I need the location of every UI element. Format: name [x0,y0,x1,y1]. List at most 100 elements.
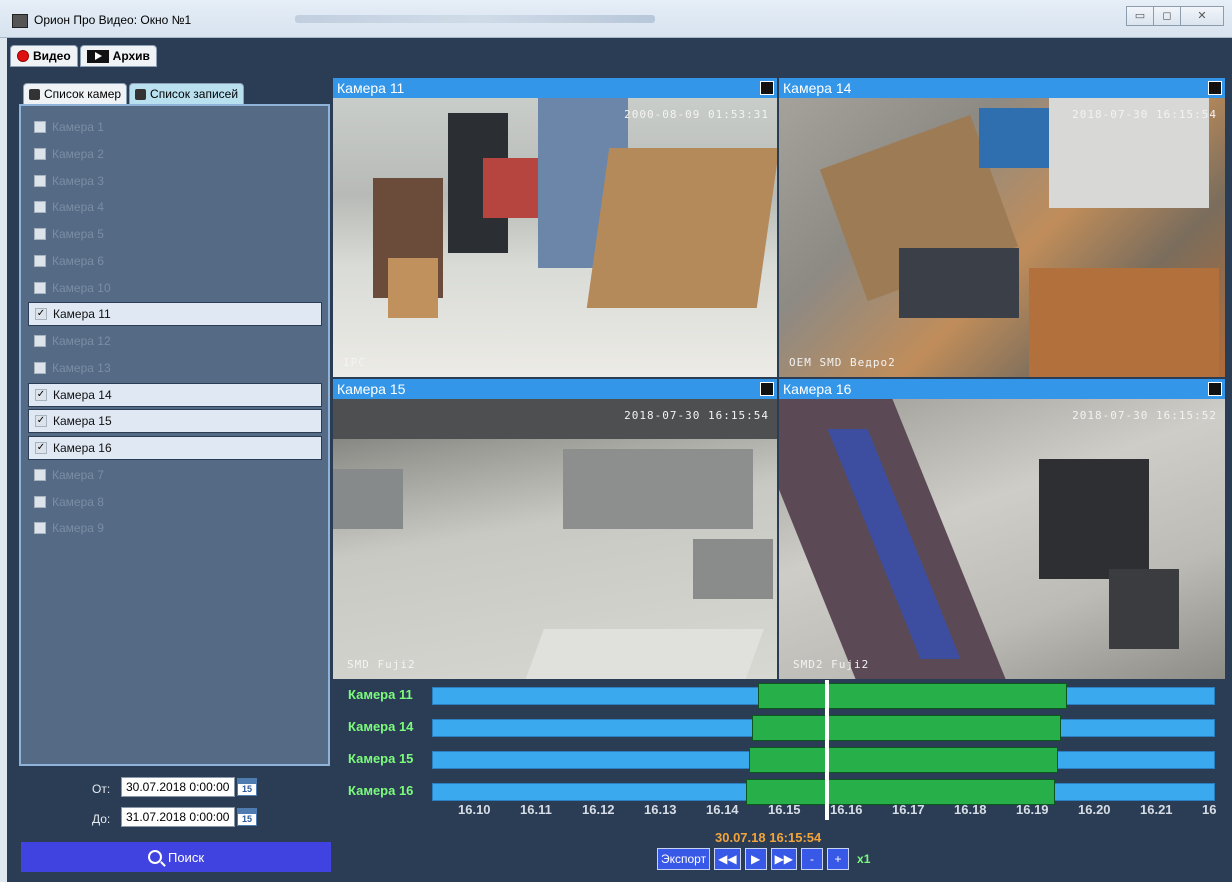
zoom-in-button[interactable]: + [827,848,850,870]
timeline-track[interactable] [432,715,1215,741]
minimize-button[interactable]: ▭ [1126,6,1154,26]
date-to-field[interactable]: 31.07.2018 0:00:00 [121,807,235,827]
camera-checkbox[interactable] [34,254,46,267]
export-button[interactable]: Экспорт [657,848,711,870]
timestamp-overlay: 2018-07-30 16:15:54 [624,409,769,422]
timeline-row-14: Камера 14 [335,715,1222,741]
camera-view-title: Камера 16 [783,381,852,397]
camera-view-15[interactable]: Камера 15 2018-07-30 16:15:54 SMD Fuji2 [333,379,777,679]
camera-checkbox[interactable] [34,174,46,187]
tab-video-label: Видео [33,49,71,63]
timeline-track[interactable] [432,747,1215,773]
camera-list-item[interactable]: ✓ Камера 11 [28,302,322,327]
zoom-out-button[interactable]: - [801,848,824,870]
camera-list-item[interactable]: Камера 12 [28,329,322,353]
camera-list-item[interactable]: ✓ Камера 15 [28,409,322,434]
camera-list-item[interactable]: Камера 13 [28,356,322,380]
camera-checkbox[interactable] [34,335,46,347]
maximize-view-icon[interactable] [1208,382,1222,396]
camera-view-16[interactable]: Камера 16 2018-07-30 16:15:52 SMD2 Fuji2 [779,379,1225,679]
camera-list-item[interactable]: Камера 3 [28,169,322,193]
camera-checkbox[interactable] [34,281,46,294]
camera-list-label: Камера 14 [53,387,112,402]
tab-records-list-label: Список записей [150,87,239,101]
timeline-tick-label: 16.13 [644,802,677,817]
camera-list-label: Камера 4 [52,200,104,215]
recording-segment[interactable] [757,683,1068,709]
camera-list-item[interactable]: Камера 8 [28,490,322,514]
camera-list-item[interactable]: Камера 9 [28,516,322,540]
date-from-label: От: [92,782,111,796]
timeline-tick-label: 16.18 [954,802,987,817]
timeline-row-label: Камера 15 [348,751,414,766]
camera-checkbox[interactable]: ✓ [35,415,47,428]
camera-list-item[interactable]: Камера 2 [28,142,322,166]
timeline-tick-label: 16.15 [768,802,801,817]
camera-checkbox[interactable]: ✓ [35,308,47,321]
camera-checkbox[interactable] [34,121,46,133]
camera-list-item[interactable]: Камера 4 [28,195,322,219]
camera-caption: SMD2 Fuji2 [793,658,870,671]
blurred-title-extra [295,15,655,23]
camera-view-11[interactable]: Камера 11 2000-08-09 01:53:31 IPC [333,78,777,377]
timestamp-overlay: 2018-07-30 16:15:52 [1072,409,1217,422]
play-button[interactable]: ▶ [744,848,767,870]
calendar-to-icon[interactable]: 15 [237,808,257,826]
recording-segment[interactable] [751,715,1062,741]
timeline-panel: Камера 11 Камера 14 Камера 15 Камера 16 [335,680,1222,820]
camera-list-item[interactable]: Камера 7 [28,463,322,487]
camera-checkbox[interactable] [34,147,46,160]
camera-list-item[interactable]: ✓ Камера 16 [28,436,322,460]
rewind-button[interactable]: ◀◀ [714,848,741,870]
search-icon [147,850,162,864]
camera-list-item[interactable]: Камера 1 [28,115,322,139]
tab-records-list[interactable]: Список записей [129,83,245,105]
camera-checkbox[interactable] [34,468,46,481]
camera-checkbox[interactable]: ✓ [35,388,47,401]
playback-cursor[interactable] [825,680,829,820]
camera-checkbox[interactable] [34,228,46,240]
camera-caption: SMD Fuji2 [347,658,416,671]
camera-list-label: Камера 16 [53,441,112,455]
camera-list-label: Камера 13 [52,360,111,375]
recording-segment[interactable] [748,747,1059,773]
speed-indicator: x1 [857,852,871,866]
maximize-view-icon[interactable] [1208,81,1222,95]
timeline-tick-label: 16.16 [830,802,863,817]
camera-list-item[interactable]: Камера 10 [28,276,322,300]
timeline-track[interactable] [432,683,1215,709]
camera-list-label: Камера 8 [52,494,104,509]
camera-image: 2018-07-30 16:15:54 OEM SMD Ведро2 [779,98,1225,377]
camera-caption: IPC [343,356,366,369]
camera-checkbox[interactable] [34,361,46,374]
tab-camera-list[interactable]: Список камер [23,83,128,105]
camera-checkbox[interactable] [34,495,46,508]
camera-checkbox[interactable] [34,201,46,214]
timeline-tick-label: 16.11 [520,802,552,817]
date-from-field[interactable]: 30.07.2018 0:00:00 [121,777,235,797]
tab-archive-label: Архив [112,49,150,63]
maximize-button[interactable]: ◻ [1153,6,1181,26]
calendar-from-icon[interactable]: 15 [237,778,257,796]
camera-list-item[interactable]: Камера 6 [28,249,322,273]
timeline-track[interactable] [432,779,1215,805]
tab-archive[interactable]: Архив [79,45,157,67]
search-button[interactable]: Поиск [21,842,331,872]
timeline-row-15: Камера 15 [335,747,1222,773]
camera-list-item[interactable]: Камера 5 [28,222,322,246]
camera-view-14[interactable]: Камера 14 2018-07-30 16:15:54 OEM SMD Ве… [779,78,1225,377]
records-icon [135,88,147,100]
timestamp-overlay: 2000-08-09 01:53:31 [624,108,769,121]
fast-forward-button[interactable]: ▶▶ [770,848,798,870]
camera-checkbox[interactable]: ✓ [35,442,47,454]
camera-checkbox[interactable] [34,522,46,535]
red-dot-icon [17,50,29,62]
tab-video[interactable]: Видео [10,45,78,67]
maximize-view-icon[interactable] [760,382,774,396]
camera-icon [29,88,40,100]
maximize-view-icon[interactable] [760,81,774,95]
timeline-row-label: Камера 11 [348,687,413,702]
camera-caption: OEM SMD Ведро2 [789,356,896,369]
camera-list-item[interactable]: ✓ Камера 14 [28,382,322,407]
close-button[interactable]: ✕ [1180,6,1224,26]
